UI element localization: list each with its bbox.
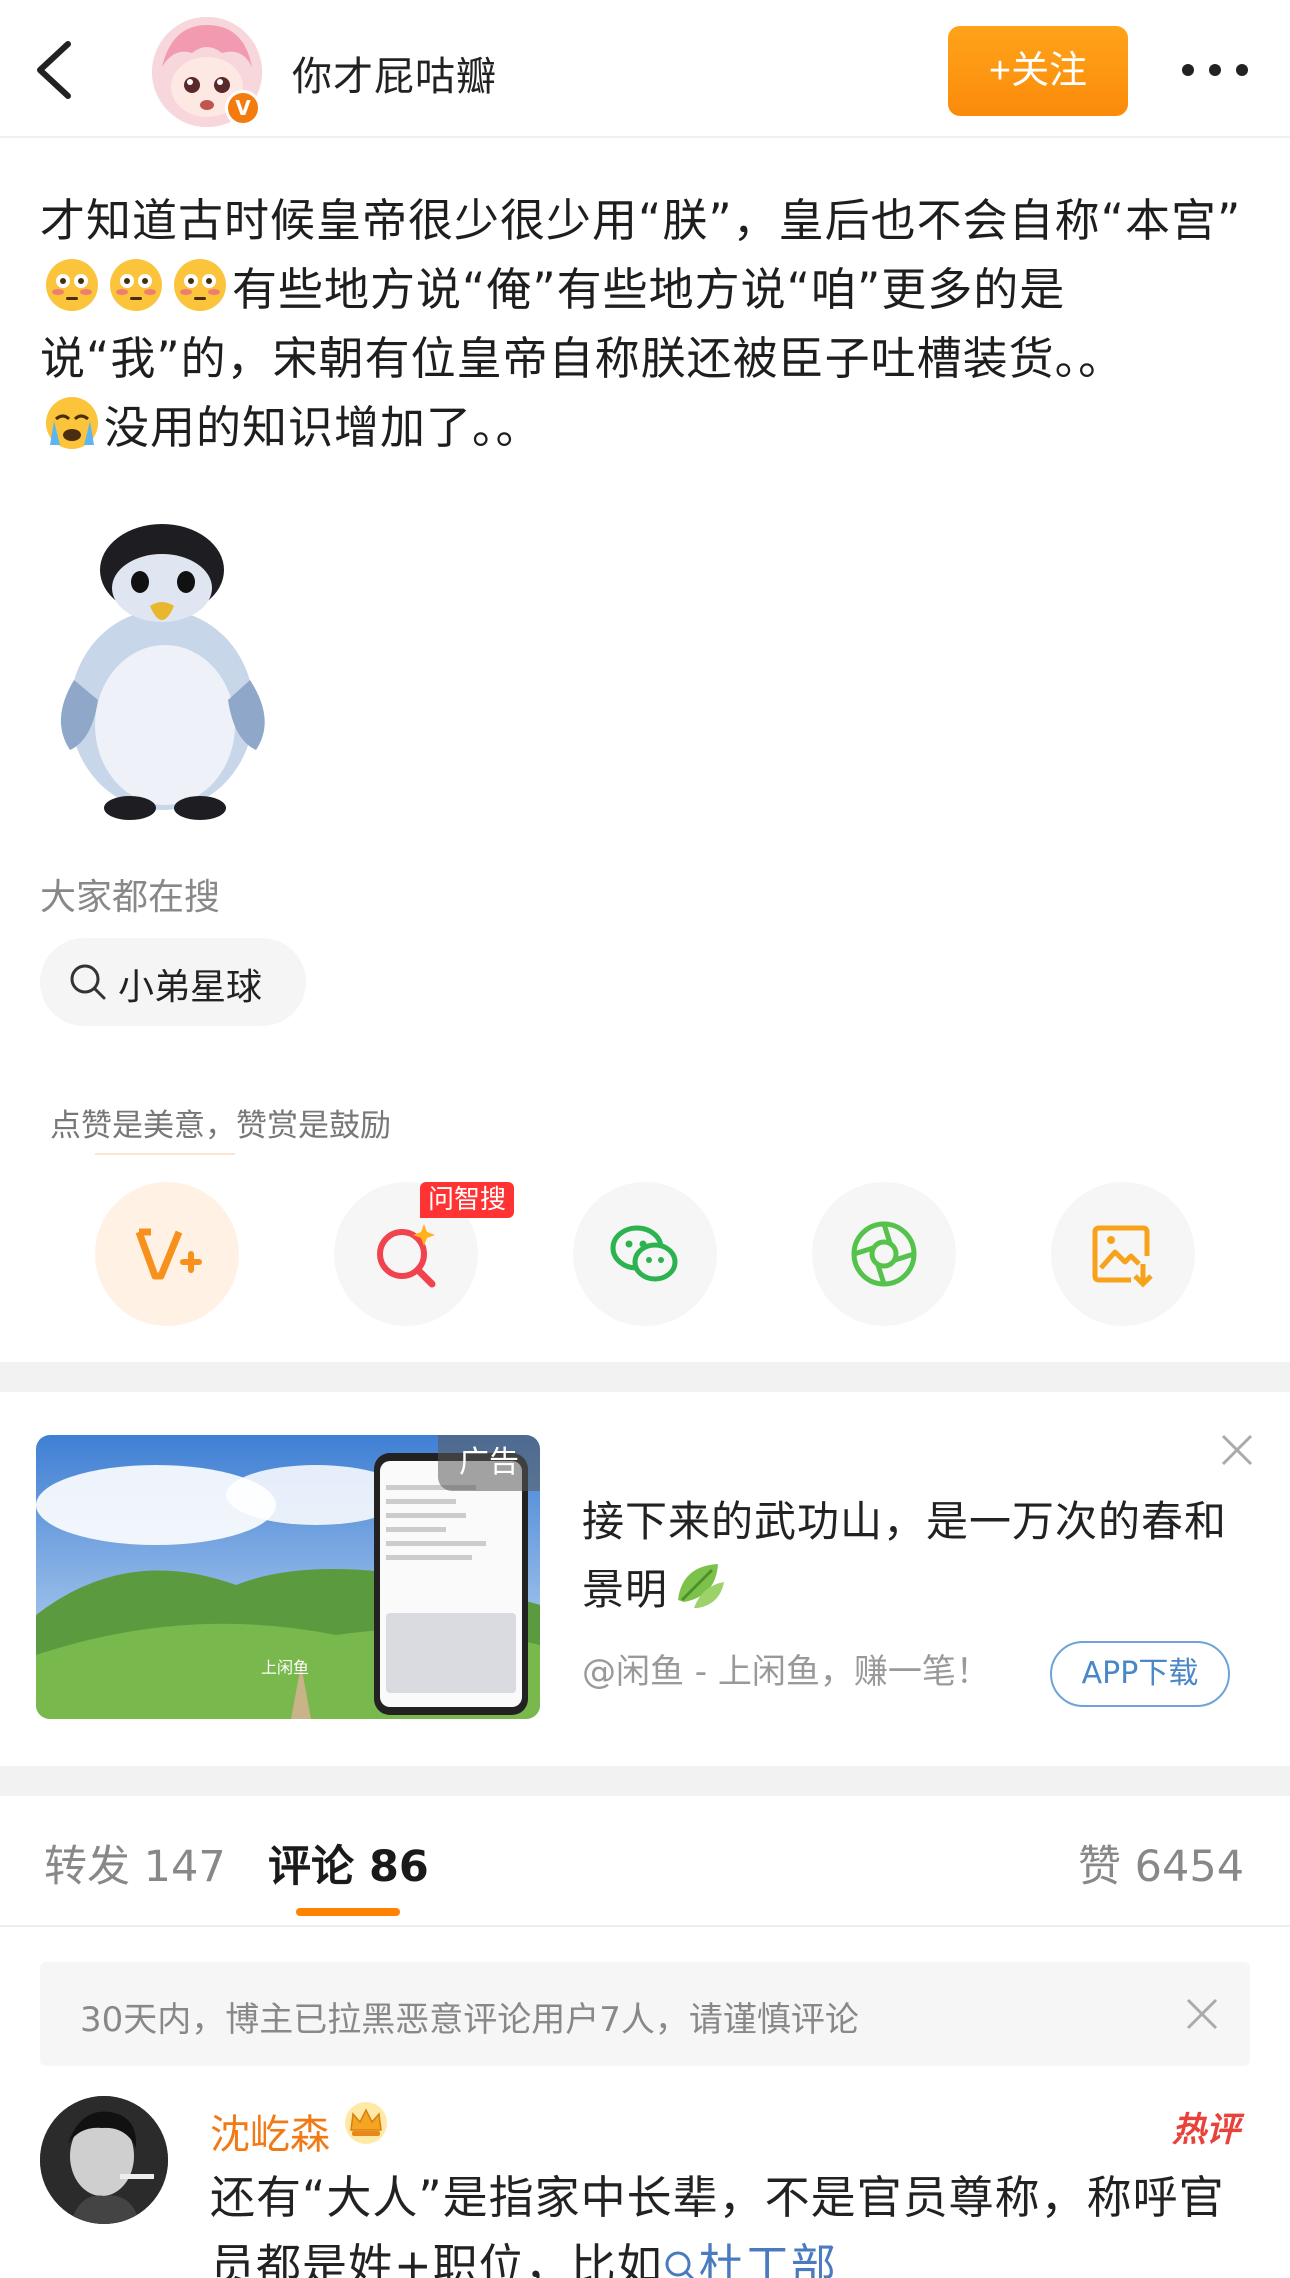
ad-image[interactable]: 上闲鱼 广告 — [36, 1435, 540, 1719]
notice-text: 30天内，博主已拉黑恶意评论用户7人，请谨慎评论 — [80, 2000, 859, 2040]
share-moments-button[interactable] — [812, 1182, 956, 1326]
commenter-avatar[interactable] — [40, 2096, 168, 2224]
crying-emoji-icon — [44, 395, 100, 451]
section-divider — [0, 1766, 1290, 1796]
reward-v-plus-icon — [135, 1228, 202, 1280]
hot-comment-badge: 热评 — [1172, 2110, 1240, 2150]
penguin-sticker-image[interactable] — [40, 520, 285, 825]
commenter-photo-image — [40, 2096, 168, 2224]
ad-tag: 广告 — [438, 1435, 540, 1491]
ad-source[interactable]: @闲鱼 - 上闲鱼，赚一笔！ — [582, 1644, 990, 1693]
tab-comments[interactable]: 评论 86 — [268, 1832, 429, 1894]
app-download-button[interactable]: APP下载 — [1050, 1641, 1230, 1707]
save-image-icon — [1092, 1225, 1153, 1288]
search-chip-label: 小弟星球 — [118, 967, 263, 1008]
active-tab-indicator — [296, 1908, 400, 1916]
section-divider — [0, 1362, 1290, 1392]
search-icon — [70, 964, 106, 1000]
commenter-name[interactable]: 沈屹森 — [210, 2102, 330, 2160]
comment-notice-banner: 30天内，博主已拉黑恶意评论用户7人，请谨慎评论 — [40, 1962, 1250, 2066]
tip-divider — [95, 1153, 235, 1155]
ai-search-badge: 问智搜 — [420, 1182, 515, 1218]
comment-text: 还有“大人”是指家中长辈，不是官员尊称，称呼官员都是姓+职位，比如 杜工部 — [210, 2164, 1270, 2278]
author-name[interactable]: 你才屁咕瓣 — [292, 44, 497, 102]
more-options-icon[interactable] — [1180, 55, 1250, 85]
top-bar: V 你才屁咕瓣 +关注 — [0, 0, 1290, 138]
back-arrow-icon[interactable] — [30, 38, 80, 102]
flushed-emoji-icon — [172, 257, 228, 313]
search-chip[interactable]: 小弟星球 — [40, 938, 306, 1026]
comment-link-label: 杜工部 — [698, 2239, 837, 2278]
search-icon — [665, 2251, 694, 2278]
close-ad-icon[interactable] — [1217, 1430, 1257, 1470]
verified-badge-icon: V — [225, 90, 261, 126]
share-wechat-button[interactable] — [573, 1182, 717, 1326]
post-line-3: 没用的知识增加了。。 — [104, 401, 542, 454]
flushed-emoji-icon — [44, 257, 100, 313]
post-line-1: 才知道古时候皇帝很少很少用“朕”，皇后也不会自称“本宫” — [40, 194, 1242, 247]
tab-divider — [0, 1925, 1290, 1927]
ad-title[interactable]: 接下来的武功山，是一万次的春和景明 — [582, 1488, 1232, 1624]
wechat-icon — [610, 1225, 678, 1282]
tab-repost[interactable]: 转发 147 — [44, 1832, 226, 1894]
ai-search-icon — [377, 1224, 436, 1288]
flushed-emoji-icon — [108, 257, 164, 313]
leaf-emoji-icon — [672, 1556, 728, 1612]
follow-button[interactable]: +关注 — [948, 26, 1128, 116]
reward-tip: 点赞是美意，赞赏是鼓励 — [50, 1108, 391, 1144]
save-image-button[interactable] — [1051, 1182, 1195, 1326]
close-notice-icon[interactable] — [1184, 1996, 1220, 2032]
moments-icon — [851, 1221, 917, 1287]
ad-image-caption: 上闲鱼 — [261, 1658, 309, 1677]
trending-search-title: 大家都在搜 — [40, 877, 221, 918]
reward-button[interactable] — [95, 1182, 239, 1326]
post-text: 才知道古时候皇帝很少很少用“朕”，皇后也不会自称“本宫”有些地方说“俺”有些地方… — [40, 186, 1250, 462]
tab-likes[interactable]: 赞 6454 — [1078, 1832, 1244, 1894]
crown-icon — [345, 2102, 387, 2144]
comment-search-link[interactable]: 杜工部 — [663, 2239, 837, 2278]
